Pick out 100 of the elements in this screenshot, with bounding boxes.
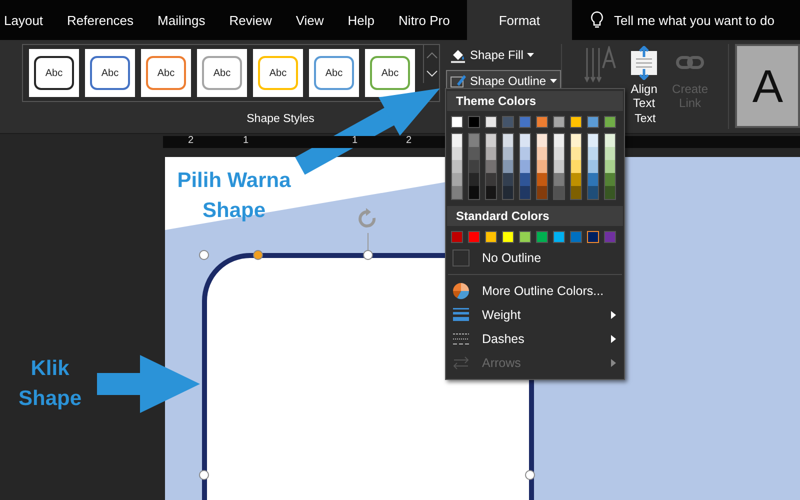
color-swatch[interactable]	[452, 134, 462, 147]
color-swatch[interactable]	[554, 186, 564, 199]
color-swatch[interactable]	[469, 173, 479, 186]
color-swatch[interactable]	[485, 231, 497, 243]
color-swatch[interactable]	[570, 231, 582, 243]
shape-style-option[interactable]: Abc	[197, 49, 247, 97]
ribbon-tab[interactable]: Help	[336, 0, 386, 40]
ribbon-tab[interactable]: References	[56, 0, 145, 40]
color-swatch[interactable]	[468, 116, 480, 128]
shape-style-option[interactable]: Abc	[141, 49, 191, 97]
color-swatch[interactable]	[554, 134, 564, 147]
color-swatch[interactable]	[536, 116, 548, 128]
color-swatch[interactable]	[486, 147, 496, 160]
color-swatch[interactable]	[588, 160, 598, 173]
color-swatch[interactable]	[452, 186, 462, 199]
color-swatch[interactable]	[588, 173, 598, 186]
ribbon-tab[interactable]: Mailings	[146, 0, 216, 40]
color-swatch[interactable]	[451, 231, 463, 243]
menu-item[interactable]: Dashes	[446, 327, 624, 351]
color-swatch[interactable]	[519, 116, 531, 128]
color-swatch[interactable]	[452, 147, 462, 160]
color-swatch[interactable]	[537, 186, 547, 199]
color-swatch[interactable]	[571, 186, 581, 199]
color-swatch[interactable]	[486, 173, 496, 186]
shape-style-option[interactable]: Abc	[253, 49, 303, 97]
color-swatch[interactable]	[486, 160, 496, 173]
color-swatch[interactable]	[503, 134, 513, 147]
shape-style-option[interactable]: Abc	[365, 49, 415, 97]
color-swatch[interactable]	[537, 134, 547, 147]
color-swatch[interactable]	[605, 173, 615, 186]
ribbon-tab[interactable]: Layout	[0, 0, 54, 40]
color-swatch[interactable]	[503, 186, 513, 199]
color-swatch[interactable]	[469, 147, 479, 160]
color-swatch[interactable]	[537, 160, 547, 173]
link-icon	[676, 56, 704, 69]
wordart-style-button[interactable]: A	[735, 44, 800, 128]
color-swatch[interactable]	[520, 134, 530, 147]
color-swatch[interactable]	[469, 186, 479, 199]
color-swatch[interactable]	[571, 160, 581, 173]
color-swatch[interactable]	[554, 147, 564, 160]
menu-item[interactable]: No Outline	[446, 246, 624, 270]
color-swatch[interactable]	[605, 134, 615, 147]
color-swatch[interactable]	[520, 186, 530, 199]
color-swatch[interactable]	[553, 116, 565, 128]
color-swatch[interactable]	[502, 231, 514, 243]
color-swatch[interactable]	[519, 231, 531, 243]
empty-square-icon	[452, 249, 470, 267]
ribbon-tab[interactable]: Review	[218, 0, 283, 40]
menu-item[interactable]: Weight	[446, 303, 624, 327]
color-swatch[interactable]	[587, 116, 599, 128]
color-swatch[interactable]	[469, 160, 479, 173]
color-swatch[interactable]	[605, 160, 615, 173]
ruler-number: 2	[188, 135, 194, 146]
color-swatch[interactable]	[451, 116, 463, 128]
color-swatch[interactable]	[571, 134, 581, 147]
color-swatch[interactable]	[520, 173, 530, 186]
color-swatch[interactable]	[503, 160, 513, 173]
color-swatch[interactable]	[502, 116, 514, 128]
color-swatch[interactable]	[503, 147, 513, 160]
arrows-icon	[452, 354, 470, 372]
color-swatch[interactable]	[605, 186, 615, 199]
color-swatch[interactable]	[485, 116, 497, 128]
color-swatch[interactable]	[520, 160, 530, 173]
color-swatch[interactable]	[536, 231, 548, 243]
color-swatch[interactable]	[604, 116, 616, 128]
color-swatch[interactable]	[468, 231, 480, 243]
ribbon-tab[interactable]: View	[284, 0, 335, 40]
color-swatch[interactable]	[570, 116, 582, 128]
color-swatch[interactable]	[588, 147, 598, 160]
color-swatch[interactable]	[486, 134, 496, 147]
color-swatch[interactable]	[537, 147, 547, 160]
menu-section-header: Theme Colors	[447, 91, 623, 111]
color-swatch[interactable]	[553, 231, 565, 243]
color-swatch[interactable]	[520, 147, 530, 160]
menu-item[interactable]: More Outline Colors...	[446, 279, 624, 303]
color-swatch[interactable]	[537, 173, 547, 186]
color-swatch[interactable]	[604, 231, 616, 243]
color-swatch[interactable]	[571, 173, 581, 186]
color-swatch[interactable]	[503, 173, 513, 186]
color-swatch[interactable]	[588, 186, 598, 199]
ribbon-tab[interactable]: Format	[466, 0, 572, 40]
color-swatch[interactable]	[469, 134, 479, 147]
shape-fill-button[interactable]: Shape Fill	[446, 44, 562, 66]
shape-style-option[interactable]: Abc	[85, 49, 135, 97]
submenu-arrow-icon	[611, 311, 616, 319]
color-swatch[interactable]	[554, 160, 564, 173]
color-swatch[interactable]	[605, 147, 615, 160]
shape-style-option[interactable]: Abc	[309, 49, 359, 97]
color-swatch[interactable]	[571, 147, 581, 160]
shape-style-option[interactable]: Abc	[29, 49, 79, 97]
color-swatch[interactable]	[587, 231, 599, 243]
color-swatch[interactable]	[554, 173, 564, 186]
align-text-button[interactable]: Align Text	[622, 44, 666, 113]
color-swatch[interactable]	[452, 173, 462, 186]
tell-me-search[interactable]: Tell me what you want to do	[614, 12, 774, 28]
paint-bucket-icon	[450, 47, 466, 63]
ribbon-tab[interactable]: Nitro Pro	[388, 0, 461, 40]
color-swatch[interactable]	[486, 186, 496, 199]
color-swatch[interactable]	[588, 134, 598, 147]
color-swatch[interactable]	[452, 160, 462, 173]
